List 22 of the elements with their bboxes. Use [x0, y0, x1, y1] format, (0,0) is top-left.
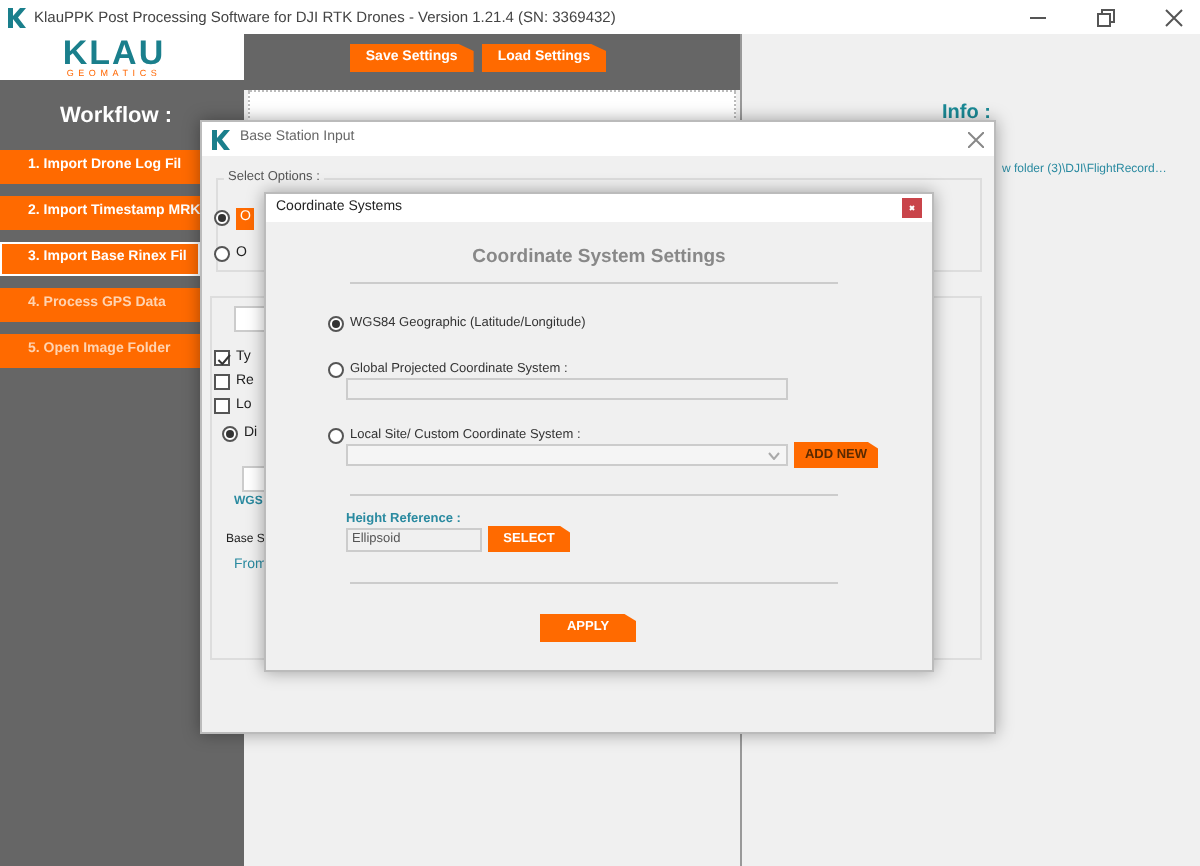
- k-logo-icon: [8, 7, 26, 27]
- radio-button[interactable]: [214, 210, 230, 227]
- text-field[interactable]: [242, 466, 266, 492]
- text-field[interactable]: [346, 378, 788, 400]
- close-icon[interactable]: [902, 198, 922, 218]
- close-icon[interactable]: [968, 131, 984, 147]
- k-logo-icon: [212, 129, 230, 149]
- radio-button[interactable]: [328, 361, 344, 378]
- checkbox[interactable]: [214, 350, 230, 367]
- chevron-icon: [768, 451, 780, 459]
- radio-button[interactable]: [328, 315, 344, 332]
- text-field[interactable]: [234, 306, 266, 332]
- checkbox[interactable]: [214, 398, 230, 415]
- restore-icon[interactable]: [1096, 7, 1116, 27]
- close-icon[interactable]: [1164, 7, 1184, 27]
- radio-button[interactable]: [214, 246, 230, 263]
- radio-button[interactable]: [328, 427, 344, 444]
- info-title: Info :: [942, 100, 991, 128]
- dialog-heading: Coordinate System Settings: [470, 244, 728, 272]
- checkbox[interactable]: [214, 374, 230, 391]
- radio-button[interactable]: [222, 426, 238, 443]
- workflow-title: Workflow :: [60, 102, 175, 132]
